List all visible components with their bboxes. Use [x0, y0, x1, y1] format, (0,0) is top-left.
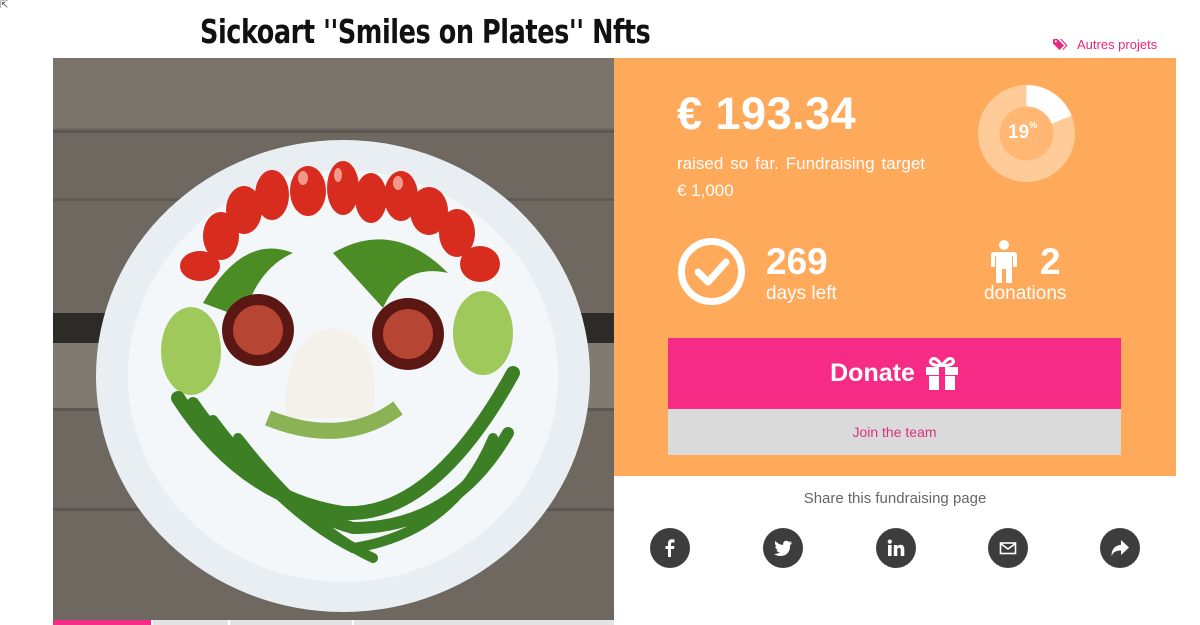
share-label: Share this fundraising page: [803, 490, 987, 507]
join-team-button[interactable]: Join the team: [668, 409, 1121, 455]
photo-gallery-tabs: [53, 620, 614, 625]
check-circle-icon: [678, 238, 745, 305]
share-arrow-icon: [1111, 540, 1129, 556]
amount-raised: € 193.34: [677, 88, 857, 139]
linkedin-icon: [887, 539, 905, 556]
other-projects-label: Autres projets: [1077, 37, 1158, 52]
twitter-share-button[interactable]: [763, 528, 803, 568]
more-share-button[interactable]: [1100, 528, 1140, 568]
photo-tab[interactable]: [151, 620, 228, 625]
photo-tab[interactable]: [352, 620, 614, 625]
progress-percent-value: 19: [1008, 122, 1030, 143]
donations-count: 2: [1040, 241, 1061, 282]
progress-percent: 19%: [1008, 119, 1038, 144]
photo-tab[interactable]: [228, 620, 352, 625]
facebook-icon: [665, 539, 675, 557]
email-icon: [999, 542, 1017, 555]
other-projects-link[interactable]: Autres projets: [1053, 37, 1157, 52]
gift-icon: [925, 357, 958, 390]
progress-percent-sign: %: [1029, 119, 1038, 130]
raised-target-text: raised so far. Fundraising target € 1,00…: [677, 154, 925, 200]
days-left-value: 269: [766, 241, 828, 282]
days-left-label: days left: [766, 283, 837, 304]
campaign-photo: [53, 58, 614, 620]
donations-label: donations: [984, 283, 1067, 304]
person-icon: [991, 240, 1017, 283]
mouse-cursor-icon: ⇱: [0, 0, 9, 11]
tags-icon: [1053, 39, 1068, 50]
email-share-button[interactable]: [988, 528, 1028, 568]
donate-label: Donate: [830, 359, 915, 387]
twitter-icon: [774, 540, 792, 556]
photo-tab-active[interactable]: [53, 620, 151, 625]
page-title: Sickoart ''Smiles on Plates'' Nfts: [200, 12, 651, 51]
donate-button[interactable]: Donate: [668, 338, 1121, 409]
linkedin-share-button[interactable]: [876, 528, 916, 568]
facebook-share-button[interactable]: [650, 528, 690, 568]
